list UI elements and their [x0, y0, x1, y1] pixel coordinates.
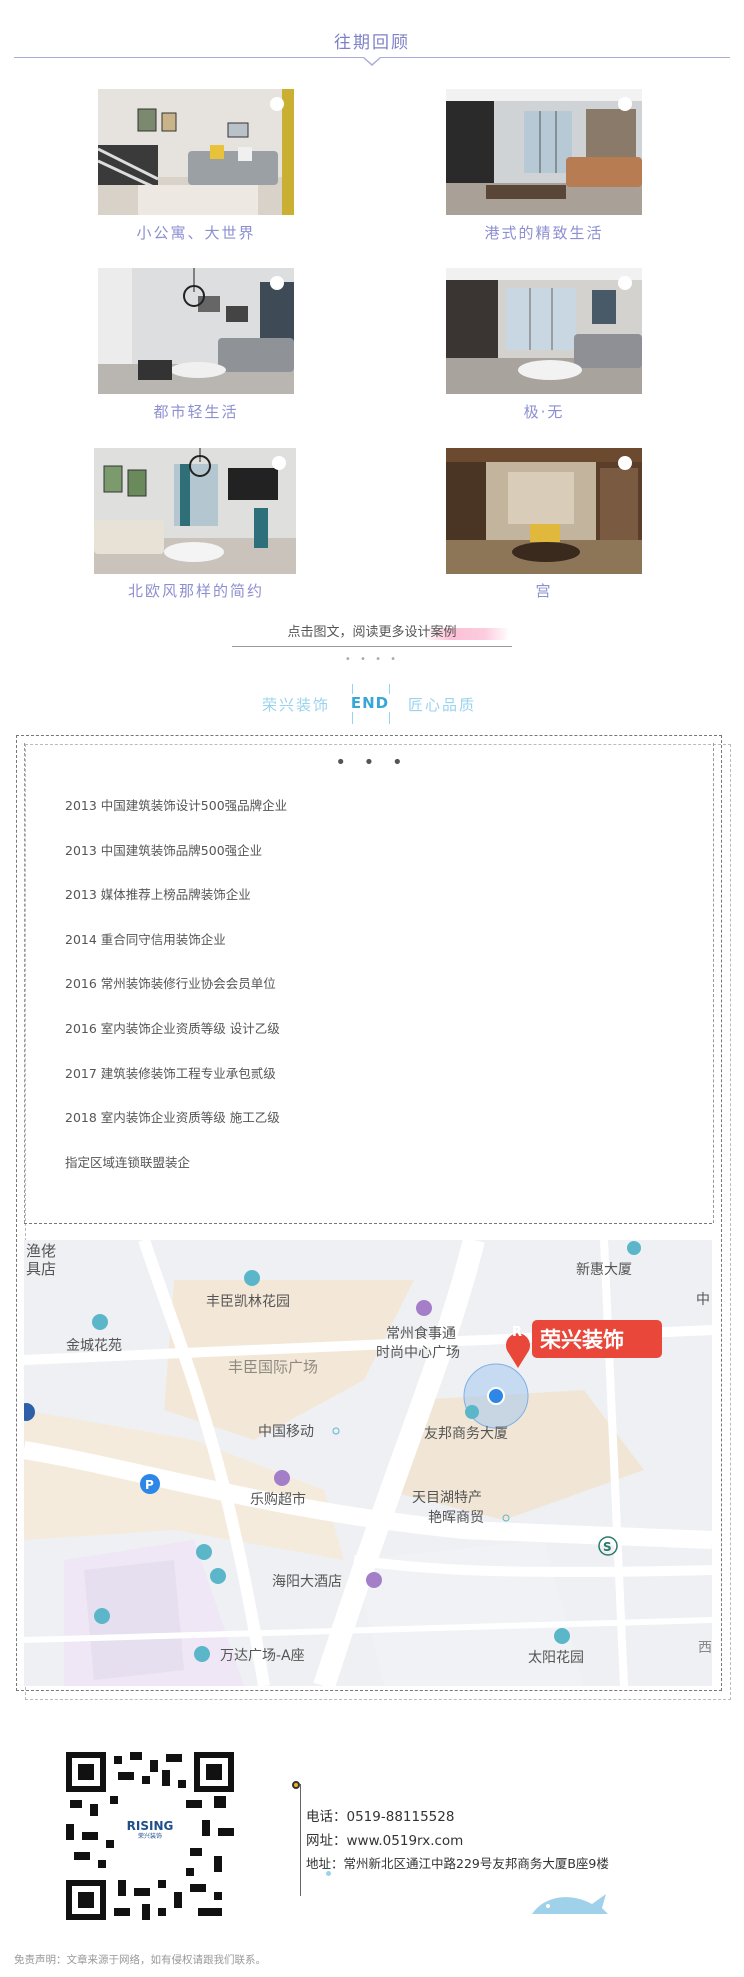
map-label: 渔佬: [26, 1242, 56, 1260]
map-label: 丰臣国际广场: [228, 1358, 318, 1376]
disclaimer-text: 免责声明：文章来源于网络，如有侵权请跟我们联系。: [14, 1954, 266, 1966]
map-label: 新惠大厦: [576, 1262, 632, 1278]
map-label: 万达广场-A座: [220, 1648, 305, 1664]
qr-brand-logo: RISING 荣兴装饰: [126, 1812, 174, 1858]
case-thumbnail-3[interactable]: [98, 268, 294, 394]
share-icon: [618, 276, 632, 290]
map-label: 天目湖特产: [412, 1490, 482, 1506]
contact-phone: 电话：0519-88115528: [306, 1809, 455, 1825]
timeline-dot: [292, 1781, 300, 1789]
honor-item: 指定区域连锁联盟装企: [65, 1154, 191, 1170]
contact-timeline: [300, 1784, 301, 1896]
case-thumbnail-5[interactable]: [94, 448, 296, 574]
map-label: 乐购超市: [250, 1491, 306, 1508]
case-caption-6[interactable]: 宫: [414, 580, 674, 601]
share-icon: [618, 456, 632, 470]
separator-dots: • • • •: [344, 654, 400, 665]
map-label: 中: [696, 1292, 710, 1308]
share-icon: [272, 456, 286, 470]
case-caption-1[interactable]: 小公寓、大世界: [66, 222, 326, 243]
case-caption-5[interactable]: 北欧风那样的简约: [66, 580, 326, 601]
more-link-underline: [232, 646, 512, 647]
map-poi-logo: S: [603, 1540, 612, 1554]
honors-list: 2013 中国建筑装饰设计500强品牌企业 2013 中国建筑装饰品牌500强企…: [65, 797, 287, 1198]
honor-item: 2013 中国建筑装饰设计500强品牌企业: [65, 798, 288, 813]
honor-item: 2013 媒体推荐上榜品牌装饰企业: [65, 887, 251, 903]
honor-item: 2018 室内装饰企业资质等级 施工乙级: [65, 1110, 280, 1126]
map-brand-label: 荣兴装饰: [539, 1328, 624, 1352]
map-label: 中国移动: [258, 1424, 314, 1440]
honor-item: 2016 常州装饰装修行业协会会员单位: [65, 976, 276, 992]
case-caption-4[interactable]: 极·无: [414, 401, 674, 422]
fish-decoration-icon: [530, 1888, 610, 1916]
map-label: 太阳花园: [528, 1650, 584, 1666]
map-label: 艳晖商贸: [428, 1510, 484, 1526]
share-icon: [270, 276, 284, 290]
map-label: 海阳大酒店: [272, 1574, 342, 1590]
current-location-icon: [487, 1387, 505, 1405]
case-caption-3[interactable]: 都市轻生活: [66, 401, 326, 422]
map-label: 西: [698, 1640, 712, 1656]
map-label: 具店: [26, 1260, 56, 1278]
more-cases-link[interactable]: 点击图文，阅读更多设计案例: [0, 621, 744, 640]
map-label: 常州食事通: [386, 1325, 456, 1342]
end-label: END: [340, 694, 400, 712]
map-label: 时尚中心广场: [376, 1345, 460, 1361]
honor-item: 2014 重合同守信用装饰企业: [65, 931, 226, 947]
end-right-text: 匠心品质: [408, 696, 477, 714]
section-title: 往期回顾: [334, 33, 410, 53]
case-thumbnail-2[interactable]: [446, 89, 642, 215]
map-label: 金城花苑: [66, 1338, 122, 1354]
share-icon: [270, 97, 284, 111]
parking-letter: P: [145, 1478, 154, 1492]
pin-letter: R: [512, 1325, 522, 1340]
honor-item: 2017 建筑装修装饰工程专业承包贰级: [65, 1065, 276, 1081]
info-separator: [24, 1223, 712, 1224]
map-label: 丰臣凯林花园: [206, 1294, 290, 1310]
honor-item: 2016 室内装饰企业资质等级 设计乙级: [65, 1020, 280, 1036]
case-thumbnail-4[interactable]: [446, 268, 642, 394]
contact-address: 地址：常州新北区通江中路229号友邦商务大厦B座9楼: [306, 1856, 609, 1871]
case-thumbnail-1[interactable]: [98, 89, 294, 215]
share-icon: [618, 97, 632, 111]
info-dots: • • •: [335, 752, 409, 773]
map-label: 友邦商务大厦: [424, 1426, 508, 1442]
location-map[interactable]: 渔佬 具店 新惠大厦 中 丰臣凯林花园 常州食事通 时尚中心广场 金城花苑 丰臣…: [24, 1240, 712, 1686]
honor-item: 2013 中国建筑装饰品牌500强企业: [65, 842, 263, 858]
contact-website[interactable]: 网址：www.0519rx.com: [306, 1829, 463, 1849]
case-thumbnail-6[interactable]: [446, 448, 642, 574]
end-left-text: 荣兴装饰: [262, 696, 331, 714]
case-caption-2[interactable]: 港式的精致生活: [414, 222, 674, 243]
